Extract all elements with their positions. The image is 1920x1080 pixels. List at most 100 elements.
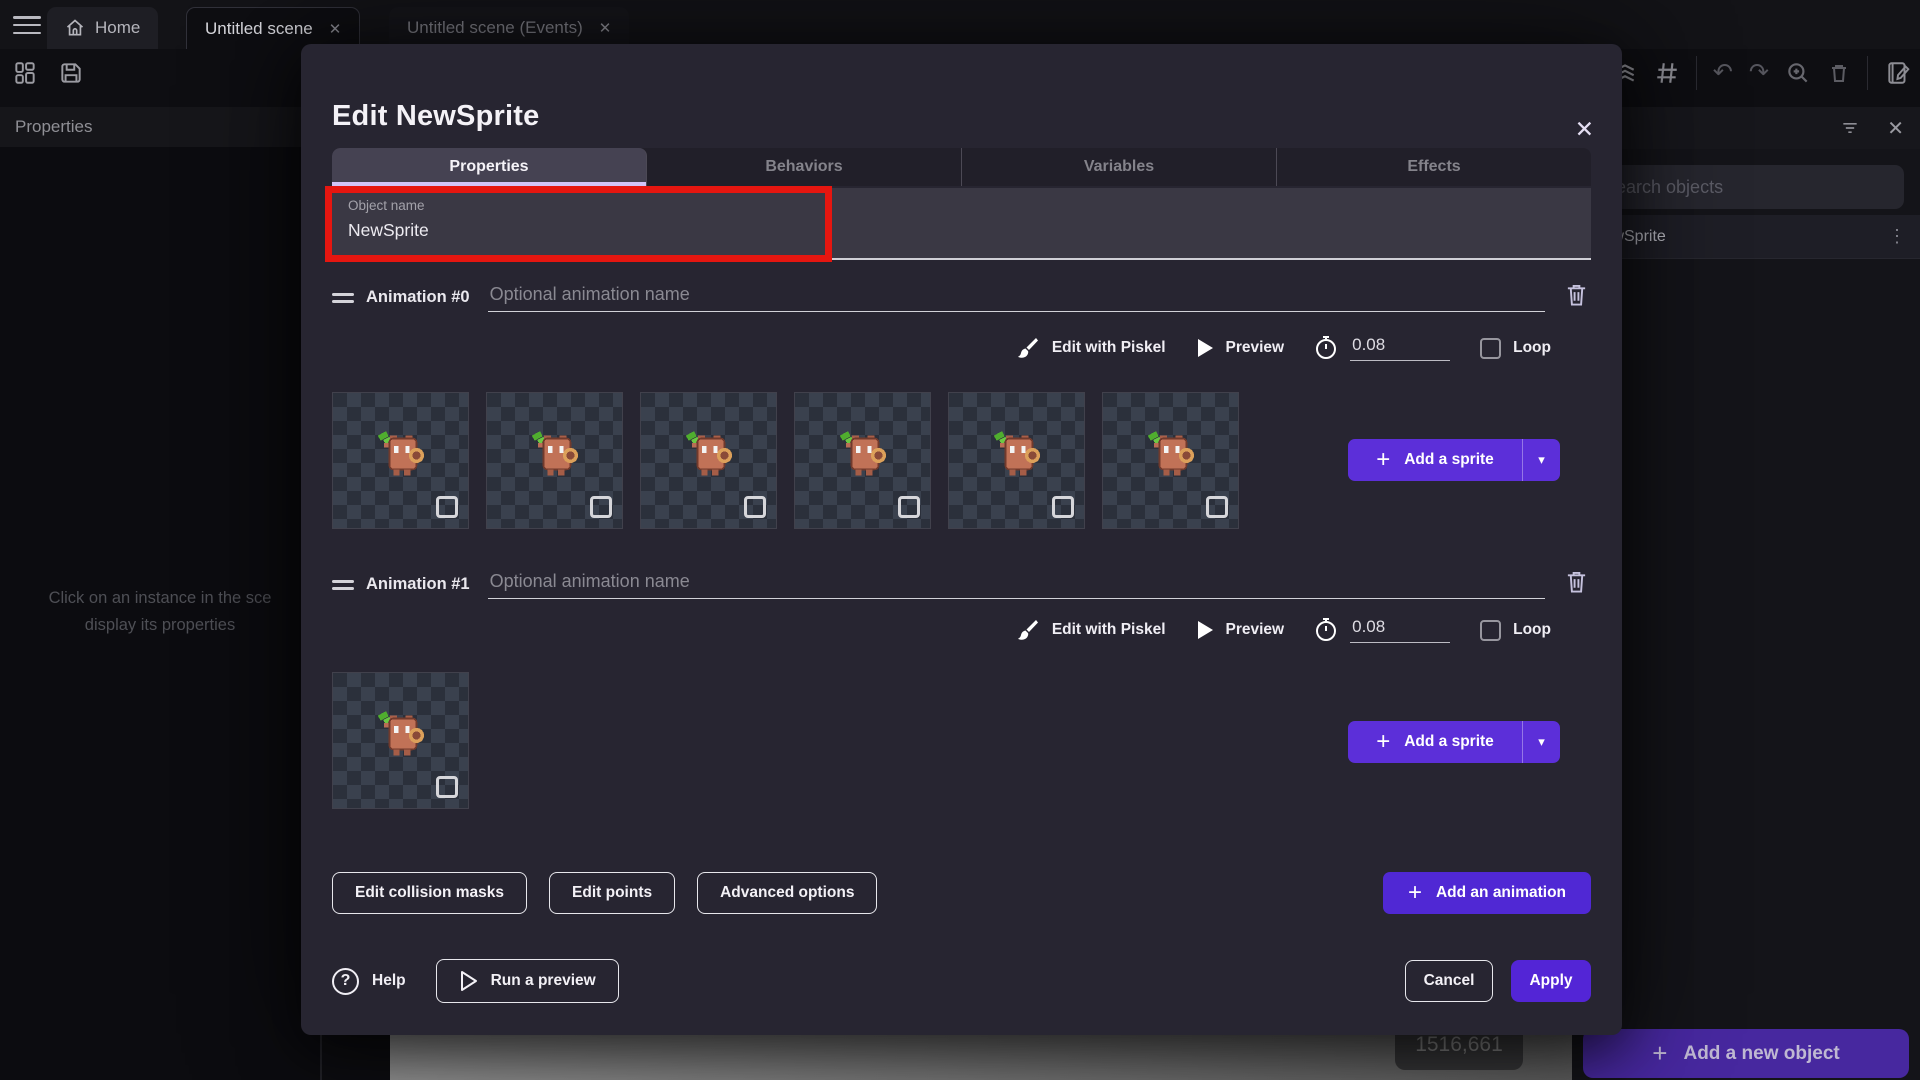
pig-sprite-image — [370, 703, 432, 761]
drag-handle-icon[interactable] — [332, 289, 358, 312]
dialog-close-icon[interactable]: ✕ — [1575, 118, 1594, 141]
help-button[interactable]: ? Help — [332, 968, 406, 995]
hamburger-menu-icon[interactable] — [12, 13, 42, 37]
time-between-frames-field[interactable] — [1314, 617, 1450, 643]
play-icon — [1196, 338, 1214, 358]
preview-button[interactable]: Preview — [1196, 620, 1285, 640]
tab-properties[interactable]: Properties — [332, 148, 647, 186]
filter-icon[interactable] — [1839, 118, 1861, 138]
frame-select-checkbox[interactable] — [744, 496, 766, 518]
pig-sprite-image — [1140, 423, 1202, 481]
sprite-frame-thumbnail[interactable] — [948, 392, 1085, 529]
add-sprite-dropdown-caret[interactable]: ▾ — [1522, 721, 1560, 763]
animation-0-header: Animation #0 — [332, 276, 1591, 312]
plus-icon: + — [1376, 446, 1390, 474]
add-sprite-label: Add a sprite — [1404, 733, 1494, 751]
brush-icon — [1016, 336, 1040, 360]
play-outline-icon — [459, 970, 479, 992]
tab-home[interactable]: Home — [47, 7, 158, 49]
close-tab-icon[interactable]: ✕ — [329, 20, 342, 38]
object-name-field[interactable]: Object name NewSprite — [332, 188, 1591, 260]
tab-untitled-scene-events[interactable]: Untitled scene (Events) ✕ — [389, 7, 629, 49]
close-tab-icon[interactable]: ✕ — [599, 19, 612, 37]
tab-events-label: Untitled scene (Events) — [407, 18, 583, 38]
undo-icon[interactable]: ↶ — [1713, 61, 1733, 85]
frame-select-checkbox[interactable] — [436, 496, 458, 518]
home-icon — [65, 18, 85, 38]
add-sprite-label: Add a sprite — [1404, 451, 1494, 469]
time-between-frames-input[interactable] — [1350, 617, 1450, 643]
animation-name-input[interactable] — [488, 284, 1545, 312]
add-sprite-button[interactable]: + Add a sprite ▾ — [1348, 721, 1560, 763]
advanced-options-button[interactable]: Advanced options — [697, 872, 877, 914]
frame-select-checkbox[interactable] — [436, 776, 458, 798]
pig-sprite-image — [370, 423, 432, 481]
edit-points-button[interactable]: Edit points — [549, 872, 675, 914]
object-name-value[interactable]: NewSprite — [348, 220, 1575, 241]
edit-scene-properties-icon[interactable] — [1884, 60, 1912, 86]
properties-empty-message: Click on an instance in the sce display … — [0, 585, 320, 639]
tab-variables[interactable]: Variables — [962, 148, 1277, 186]
time-between-frames-input[interactable] — [1350, 335, 1450, 361]
dialog-title: Edit NewSprite — [332, 100, 539, 133]
top-bar: Home Untitled scene ✕ Untitled scene (Ev… — [0, 0, 1920, 49]
frame-select-checkbox[interactable] — [898, 496, 920, 518]
tab-untitled-scene[interactable]: Untitled scene ✕ — [186, 7, 360, 49]
delete-animation-icon[interactable] — [1565, 569, 1591, 599]
animation-0-frames-row: + Add a sprite ▾ — [332, 392, 1591, 529]
apply-button[interactable]: Apply — [1511, 960, 1591, 1002]
delete-animation-icon[interactable] — [1565, 282, 1591, 312]
tab-behaviors[interactable]: Behaviors — [647, 148, 962, 186]
sprite-frame-thumbnail[interactable] — [794, 392, 931, 529]
object-list-item-newsprite[interactable]: NewSprite ⋮ — [1572, 215, 1920, 259]
save-icon[interactable] — [58, 60, 84, 86]
loop-checkbox[interactable] — [1480, 620, 1501, 641]
add-animation-button[interactable]: + Add an animation — [1383, 872, 1591, 914]
close-panel-icon[interactable]: ✕ — [1887, 116, 1904, 141]
tab-effects[interactable]: Effects — [1277, 148, 1591, 186]
add-sprite-dropdown-caret[interactable]: ▾ — [1522, 439, 1560, 481]
frame-select-checkbox[interactable] — [590, 496, 612, 518]
panels-layout-icon[interactable] — [12, 60, 38, 86]
redo-icon[interactable]: ↷ — [1749, 61, 1769, 85]
add-sprite-button[interactable]: + Add a sprite ▾ — [1348, 439, 1560, 481]
drag-handle-icon[interactable] — [332, 576, 358, 599]
pig-sprite-image — [524, 423, 586, 481]
edit-with-piskel-button[interactable]: Edit with Piskel — [1016, 618, 1166, 642]
editor-toolbar-left — [12, 60, 84, 86]
grid-icon[interactable] — [1654, 60, 1680, 86]
add-new-object-button[interactable]: + Add a new object — [1583, 1029, 1909, 1078]
tab-home-label: Home — [95, 18, 140, 38]
animation-name-input[interactable] — [488, 571, 1545, 599]
dialog-footer: ? Help Run a preview Cancel Apply — [332, 958, 1591, 1004]
edit-collision-masks-button[interactable]: Edit collision masks — [332, 872, 527, 914]
sprite-frame-thumbnail[interactable] — [1102, 392, 1239, 529]
animation-1-header: Animation #1 — [332, 563, 1591, 599]
add-animation-label: Add an animation — [1436, 884, 1566, 902]
cancel-button[interactable]: Cancel — [1405, 960, 1493, 1002]
plus-icon: + — [1652, 1038, 1667, 1069]
gdevelop-app: Home Untitled scene ✕ Untitled scene (Ev… — [0, 0, 1920, 1080]
edit-with-piskel-button[interactable]: Edit with Piskel — [1016, 336, 1166, 360]
sprite-frame-thumbnail[interactable] — [486, 392, 623, 529]
sprite-frame-thumbnail[interactable] — [332, 672, 469, 809]
loop-toggle[interactable]: Loop — [1480, 338, 1551, 359]
frame-select-checkbox[interactable] — [1206, 496, 1228, 518]
loop-toggle[interactable]: Loop — [1480, 620, 1551, 641]
preview-button[interactable]: Preview — [1196, 338, 1285, 358]
loop-checkbox[interactable] — [1480, 338, 1501, 359]
properties-panel-title: Properties — [0, 107, 320, 147]
animation-1-frames-row: + Add a sprite ▾ — [332, 672, 1591, 809]
time-between-frames-field[interactable] — [1314, 335, 1450, 361]
trash-icon[interactable] — [1827, 60, 1851, 86]
object-item-menu-icon[interactable]: ⋮ — [1888, 226, 1906, 247]
sprite-frame-thumbnail[interactable] — [332, 392, 469, 529]
play-icon — [1196, 620, 1214, 640]
run-preview-button[interactable]: Run a preview — [436, 959, 619, 1003]
animation-0-tools: Edit with Piskel Preview Loop — [1000, 328, 1551, 368]
search-objects-input[interactable] — [1588, 165, 1904, 209]
stopwatch-icon — [1314, 335, 1338, 361]
zoom-in-icon[interactable] — [1785, 60, 1811, 86]
frame-select-checkbox[interactable] — [1052, 496, 1074, 518]
sprite-frame-thumbnail[interactable] — [640, 392, 777, 529]
